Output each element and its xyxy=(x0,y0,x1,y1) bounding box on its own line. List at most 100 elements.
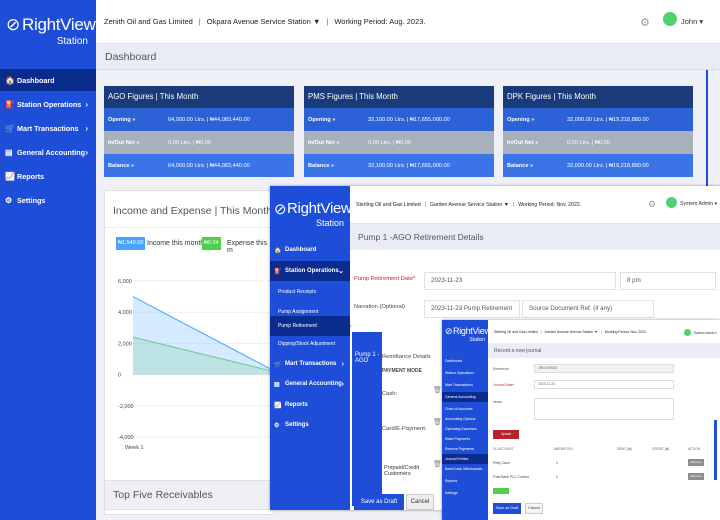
submenu-make-payments[interactable]: Make Payments xyxy=(442,434,488,444)
sidebar-item-mart-transactions[interactable]: 🛒 Mart Transactions › xyxy=(0,117,96,139)
working-period: Working Period: Nov. 2022. xyxy=(518,201,582,208)
submenu-product-receipts[interactable]: Product Receipts xyxy=(270,282,350,302)
pump-tab[interactable]: Pump 1 - AGO xyxy=(352,332,382,506)
notes-label: Notes xyxy=(493,400,503,404)
sidebar-item-general-accounting[interactable]: ▤ General Accounting › xyxy=(270,374,350,394)
sidebar-item-reports[interactable]: 📈 Reports xyxy=(0,165,96,187)
journal-date-input[interactable]: 2023-11-23 xyxy=(534,380,674,389)
trash-icon[interactable]: 🗑 xyxy=(433,386,442,394)
save-draft-button[interactable]: Save as Draft xyxy=(493,503,521,514)
submenu-bank-cash-withdrawals[interactable]: Bank/Cash Withdrawals xyxy=(442,464,488,474)
remove-button[interactable]: Remove xyxy=(688,473,704,480)
logo-subtitle: Station xyxy=(315,218,344,228)
sidebar-item-dashboard[interactable]: Dashboard xyxy=(442,356,488,366)
sidebar: ⊘ RightView Station 🏠 Dashboard ⛽ Station … xyxy=(270,186,352,510)
user-name: System Admin xyxy=(680,201,714,207)
opening-label: Opening » xyxy=(507,116,535,123)
trash-icon[interactable]: 🗑 xyxy=(433,418,442,426)
save-draft-button[interactable]: Save as Draft xyxy=(354,494,404,510)
sidebar-item-settings[interactable]: Settings xyxy=(442,488,488,498)
submenu-journal-entries[interactable]: Journal Entries xyxy=(442,454,488,464)
submenu-chart-of-accounts[interactable]: Chart of Accounts xyxy=(442,404,488,414)
station-selector[interactable]: Okpara Avenue Service Station xyxy=(207,17,311,26)
avatar[interactable] xyxy=(663,12,677,26)
submenu-pump-retirement[interactable]: Pump Retirement xyxy=(270,316,351,336)
col-gl-account: GL ACCOUNT xyxy=(493,447,514,451)
sidebar-item-mart-transactions[interactable]: 🛒 Mart Transactions › xyxy=(270,354,350,374)
cancel-button[interactable]: Cancel xyxy=(406,494,434,510)
y-tick-label: 0 xyxy=(118,373,121,379)
payment-mode-header: PAYMENT MODE xyxy=(382,368,423,374)
sidebar-item-label: General Accounting xyxy=(285,381,342,387)
sidebar-item-station-operations[interactable]: Station Operations xyxy=(442,368,488,378)
row-account[interactable]: Petty Cash xyxy=(493,461,510,465)
add-row-button[interactable] xyxy=(493,488,509,494)
row-account[interactable]: Fidel Bank PLC Current xyxy=(493,475,529,479)
avatar[interactable] xyxy=(684,329,691,336)
submenu-operating-expenses[interactable]: Operating Expenses xyxy=(442,424,488,434)
dpk-card: DPK Figures | This Month Opening » 32,000… xyxy=(503,86,693,178)
balance-label: Balance » xyxy=(108,162,135,169)
sidebar-item-station-operations[interactable]: ⛽ Station Operations ⌄ xyxy=(270,261,350,281)
sidebar: ⊘ RightView Station 🏠 Dashboard ⛽ Station … xyxy=(0,0,96,520)
avatar[interactable] xyxy=(666,197,677,208)
user-menu[interactable]: System Admin ▾ xyxy=(694,331,717,335)
caret-down-icon[interactable]: ▼ xyxy=(594,330,597,334)
user-menu[interactable]: John ▾ xyxy=(681,17,703,26)
cancel-button[interactable]: Cancel xyxy=(525,503,543,514)
narration-input[interactable]: 2023-11-23 Pump Retirement xyxy=(424,300,520,318)
user-menu[interactable]: System Admin ▾ xyxy=(680,201,717,207)
reference-input[interactable]: JRN-000004 xyxy=(534,364,674,373)
sidebar-item-settings[interactable]: ⚙ Settings xyxy=(270,415,350,435)
y-tick-label: 2,000 xyxy=(118,341,132,347)
chevron-right-icon: › xyxy=(85,99,88,109)
remove-button[interactable]: Remove xyxy=(688,459,704,466)
sidebar-item-settings[interactable]: ⚙ Settings xyxy=(0,189,96,211)
sidebar: ⊘ RightView Station Dashboard Station Op… xyxy=(442,320,491,520)
opening-label: Opening » xyxy=(108,116,136,123)
submenu-accounting-options[interactable]: Accounting Options xyxy=(442,414,488,424)
col-debit: DEBIT (₦) xyxy=(617,447,632,451)
caret-down-icon[interactable]: ▼ xyxy=(313,17,320,26)
pump-icon: ⛽ xyxy=(274,268,282,275)
row-narration[interactable]: 2 xyxy=(556,475,558,479)
sidebar-item-mart-transactions[interactable]: Mart Transactions xyxy=(442,380,488,390)
logo-name: RightView xyxy=(287,200,352,217)
sidebar-item-reports[interactable]: Reports xyxy=(442,476,488,486)
row-narration[interactable]: 2 xyxy=(556,461,558,465)
logo-mark: ⊘ xyxy=(6,15,21,34)
sidebar-item-dashboard[interactable]: 🏠 Dashboard xyxy=(270,240,350,260)
company-name: Sterling Oil and Gas Limited xyxy=(494,329,538,334)
caret-down-icon[interactable]: ▼ xyxy=(504,202,509,208)
user-name: John xyxy=(681,17,698,26)
income-badge: ₦1,540.00 xyxy=(116,237,146,250)
expense-badge: ₦0.34 xyxy=(202,237,221,250)
station-selector[interactable]: Garden Avenue Service Station xyxy=(545,330,594,334)
ago-card: AGO Figures | This Month Opening » 64,000… xyxy=(104,86,294,178)
col-narration: NARRATION xyxy=(554,447,573,451)
settings-gear-icon[interactable]: ⚙ xyxy=(640,16,650,29)
settings-gear-icon[interactable]: ⚙ xyxy=(648,199,656,210)
sidebar-item-general-accounting[interactable]: ▤ General Accounting › xyxy=(0,141,96,163)
caret-down-icon: ▾ xyxy=(699,17,704,26)
chevron-right-icon: › xyxy=(85,147,88,157)
sidebar-item-dashboard[interactable]: 🏠 Dashboard xyxy=(0,69,96,91)
cash-label: Cash: xyxy=(382,391,398,397)
income-legend: Income this month xyxy=(147,240,205,247)
upload-button[interactable]: Upload xyxy=(493,430,519,439)
trash-icon[interactable]: 🗑 xyxy=(433,460,442,468)
sidebar-item-label: Settings xyxy=(17,195,46,205)
station-selector[interactable]: Garden Avenue Service Station xyxy=(430,202,502,208)
scrollbar[interactable] xyxy=(714,420,717,480)
sidebar-item-reports[interactable]: 📈 Reports xyxy=(270,395,350,415)
sidebar-item-general-accounting[interactable]: General Accounting xyxy=(442,392,488,402)
doc-ref-input[interactable]: Source Document Ref. (if any) xyxy=(522,300,654,318)
submenu-receive-payments[interactable]: Receive Payments xyxy=(442,444,488,454)
sidebar-item-label: Settings xyxy=(285,422,309,428)
sidebar-item-station-operations[interactable]: ⛽ Station Operations › xyxy=(0,93,96,115)
date-input[interactable]: 2023-11-23 xyxy=(424,272,616,290)
chart-icon: 📈 xyxy=(5,171,15,181)
submenu-dipping[interactable]: Dipping/Stock Adjustment xyxy=(270,334,350,354)
time-input[interactable]: 8 pm xyxy=(620,272,716,290)
notes-input[interactable] xyxy=(534,398,674,420)
